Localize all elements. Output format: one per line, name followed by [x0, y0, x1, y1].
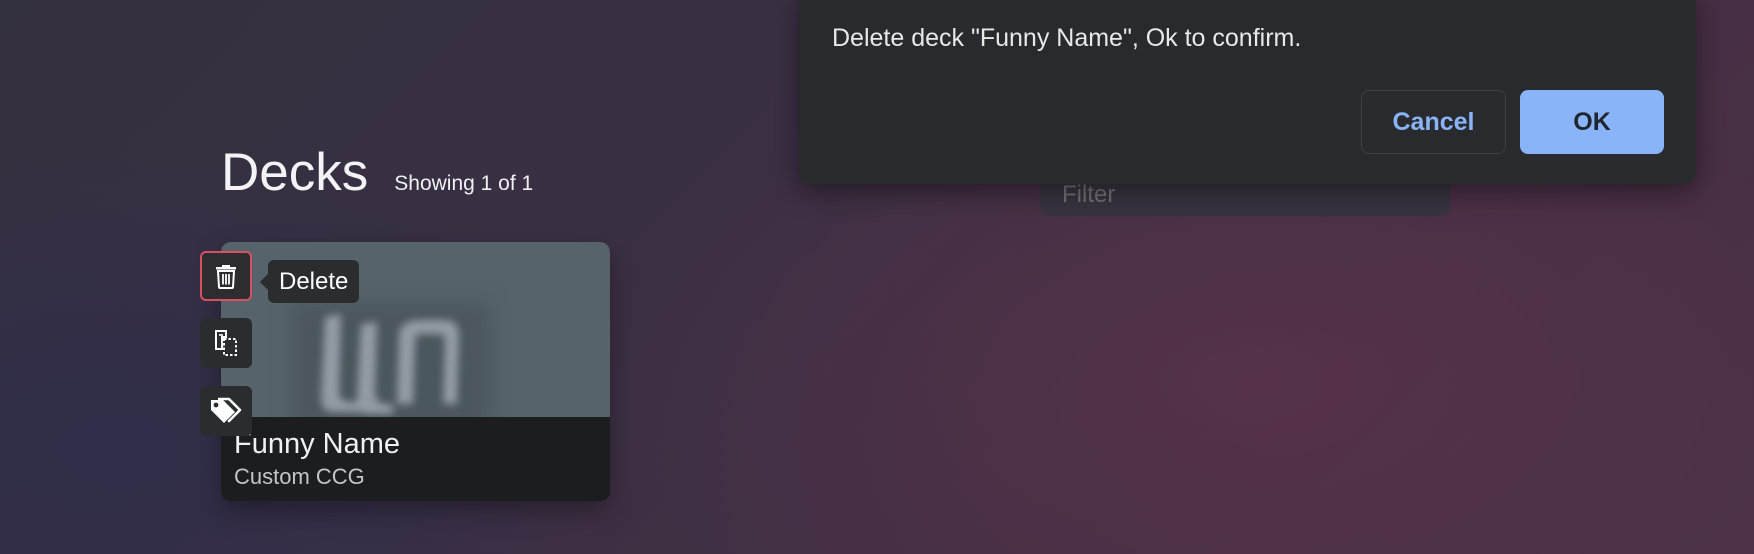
copy-deck-button[interactable] — [200, 318, 252, 368]
tags-icon — [211, 397, 242, 423]
delete-confirmation-dialog: Delete deck "Funny Name", Ok to confirm.… — [799, 0, 1696, 184]
deck-type: Custom CCG — [234, 464, 365, 489]
dialog-message: Delete deck "Funny Name", Ok to confirm. — [832, 24, 1302, 52]
page-header: Decks Showing 1 of 1 — [221, 146, 533, 199]
delete-deck-button[interactable] — [200, 251, 252, 301]
page-title: Decks — [221, 143, 369, 202]
result-count: Showing 1 of 1 — [394, 172, 534, 195]
cancel-button[interactable]: Cancel — [1361, 90, 1506, 154]
tag-deck-button[interactable] — [200, 386, 252, 436]
deck-name: Funny Name — [234, 428, 401, 460]
copy-icon — [215, 330, 237, 356]
trash-icon — [216, 265, 236, 289]
ok-button[interactable]: OK — [1520, 90, 1664, 154]
delete-tooltip: Delete — [259, 260, 360, 303]
